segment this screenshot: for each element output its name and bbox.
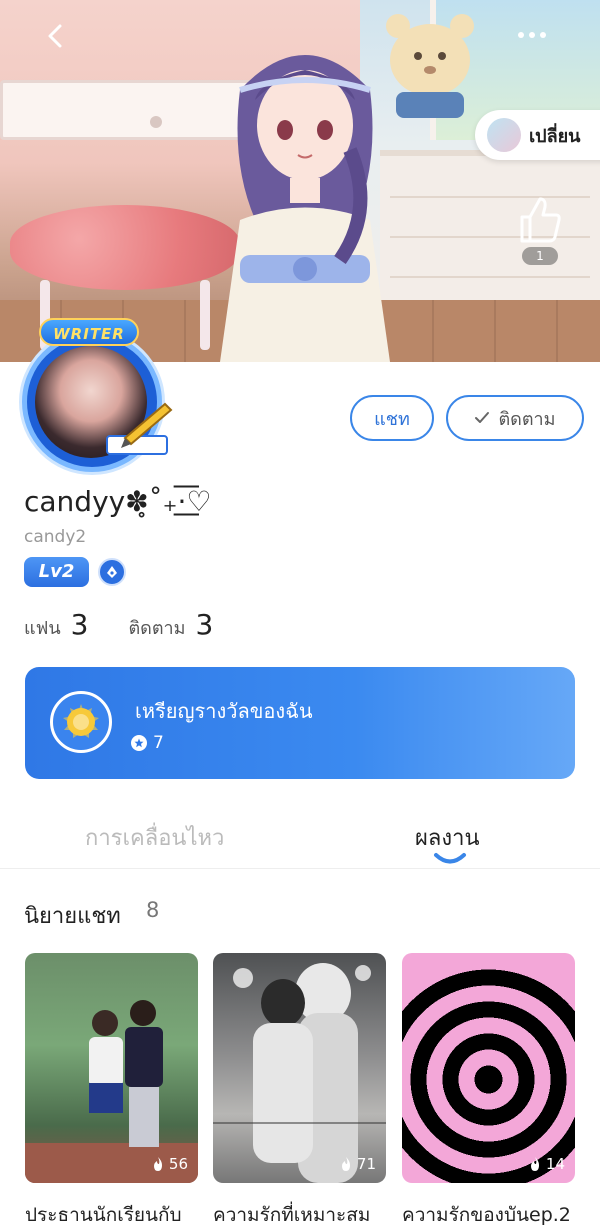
- fire-icon: [153, 1157, 162, 1171]
- following-count[interactable]: 3: [196, 608, 214, 641]
- check-icon: [475, 412, 490, 423]
- pen-book-icon: [106, 402, 173, 455]
- thumbs-up-icon: [520, 197, 561, 243]
- like-count: 1: [522, 247, 558, 265]
- medal-sun-icon: [63, 704, 99, 738]
- more-options-icon[interactable]: [518, 28, 558, 42]
- story-fire-count: 14: [545, 1155, 565, 1173]
- profile-stats: แฟน 3 ติดตาม 3: [24, 608, 213, 642]
- switch-avatar-icon: [487, 118, 521, 152]
- section-count: 8: [146, 898, 160, 922]
- story-cover-image: [213, 963, 386, 1183]
- story-card[interactable]: 71: [213, 953, 386, 1183]
- level-badge[interactable]: Lv2: [24, 557, 89, 587]
- medal-count-wrap: 7: [131, 733, 164, 753]
- switch-label: เปลี่ยน: [529, 125, 581, 146]
- banner-drawer-knob: [150, 116, 162, 128]
- display-name: candyy✽̥˚₊·͟͟͟͟͟͟͞͞͞͞͞͞♡: [24, 485, 212, 518]
- following-label[interactable]: ติดตาม: [128, 613, 185, 642]
- tab-activity[interactable]: การเคลื่อนไหว: [85, 820, 224, 855]
- chat-button-label: แชท: [374, 408, 410, 429]
- story-title[interactable]: ความรักที่เหมาะสม: [213, 1200, 393, 1226]
- writer-badge: WRITER: [39, 318, 139, 346]
- anime-girl-illustration: [220, 55, 390, 362]
- section-title: นิยายแชท: [24, 904, 121, 929]
- profile-banner: เปลี่ยน 1: [0, 0, 600, 362]
- fans-label[interactable]: แฟน: [24, 613, 61, 642]
- story-cover-image: [25, 1000, 198, 1183]
- writer-level-icon[interactable]: [98, 558, 126, 586]
- follow-button[interactable]: ติดตาม: [446, 395, 584, 441]
- fire-icon: [341, 1157, 350, 1171]
- story-fire-count: 71: [356, 1155, 376, 1173]
- story-title[interactable]: ประธานนักเรียนกับ: [25, 1200, 205, 1226]
- story-fire-count: 56: [168, 1155, 188, 1173]
- user-id: candy2: [24, 527, 87, 547]
- back-icon[interactable]: [42, 22, 70, 50]
- star-icon: [131, 735, 147, 751]
- story-fire-stat: 14: [528, 1155, 565, 1173]
- chat-button[interactable]: แชท: [350, 395, 434, 441]
- story-fire-stat: 71: [339, 1155, 376, 1173]
- switch-button[interactable]: เปลี่ยน: [475, 110, 600, 160]
- fans-count[interactable]: 3: [71, 608, 89, 641]
- medal-count: 7: [153, 733, 164, 753]
- story-card[interactable]: 14: [402, 953, 575, 1183]
- story-card[interactable]: 56: [25, 953, 198, 1183]
- medal-card[interactable]: เหรียญรางวัลของฉัน 7: [25, 667, 575, 779]
- follow-button-label: ติดตาม: [498, 408, 556, 429]
- story-title[interactable]: ความรักของบันep.2: [402, 1200, 582, 1226]
- fire-icon: [530, 1157, 539, 1171]
- medal-icon: [50, 691, 112, 753]
- avatar[interactable]: WRITER: [5, 318, 180, 472]
- like-button[interactable]: 1: [512, 195, 568, 265]
- tab-works[interactable]: ผลงาน: [415, 820, 480, 855]
- pen-nib-icon: [107, 566, 117, 578]
- tab-active-indicator: [434, 853, 466, 864]
- tab-divider: [0, 868, 600, 869]
- medal-title: เหรียญรางวัลของฉัน: [135, 699, 313, 723]
- story-fire-stat: 56: [151, 1155, 188, 1173]
